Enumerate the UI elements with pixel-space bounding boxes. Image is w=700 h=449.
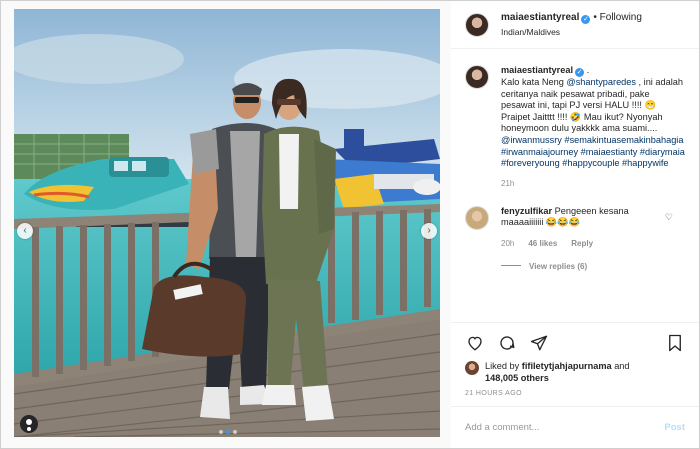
caption-mention[interactable]: @shantyparedes [566, 77, 636, 87]
author-username[interactable]: maiaestiantyreal [501, 12, 579, 23]
post-header: maiaestiantyreal ✓ • Following Indian/Mald… [451, 1, 699, 49]
bookmark-icon [669, 334, 681, 352]
view-replies-button[interactable]: View replies (6) [501, 262, 693, 271]
post-comment-button[interactable]: Post [664, 422, 685, 433]
comment-icon [500, 336, 515, 350]
comment-likes[interactable]: 46 likes [528, 239, 557, 248]
carousel-dot-active [226, 430, 230, 434]
comment-button[interactable] [497, 333, 517, 353]
like-button[interactable] [465, 333, 485, 353]
heart-icon [468, 336, 482, 351]
verified-badge-icon: ✓ [581, 15, 591, 24]
post-caption: maiaestiantyreal ✓ . Kalo kata Neng @shan… [465, 65, 693, 188]
chevron-left-icon: ‹ [23, 225, 27, 236]
caption-mention[interactable]: @irwanmussry [501, 135, 562, 145]
post-photo-illustration [14, 9, 440, 437]
save-button[interactable] [665, 333, 685, 353]
comment-meta: 20h 46 likes Reply [501, 239, 661, 248]
caption-author-avatar[interactable] [465, 65, 489, 89]
post-actions: Liked by fifiletytjahjapurnama and 148,0… [451, 322, 699, 406]
commenter-avatar[interactable] [465, 205, 489, 230]
add-comment-bar: Post [451, 406, 699, 448]
likes-count[interactable]: 148,005 others [485, 373, 549, 383]
liked-by-user[interactable]: fifiletytjahjapurnama [522, 361, 612, 371]
carousel-dot [219, 430, 223, 434]
caption-text: maiaestiantyreal ✓ . Kalo kata Neng @shan… [501, 65, 686, 170]
post-photo[interactable]: ‹ › [14, 9, 440, 437]
caption-username[interactable]: maiaestiantyreal [501, 65, 573, 75]
instagram-post-window: ‹ › maiaestiantyreal ✓ • Following Indian/… [0, 0, 700, 449]
caption-text-part: Kalo kata Neng [501, 77, 567, 87]
likes-summary: Liked by fifiletytjahjapurnama and 148,0… [465, 361, 685, 384]
post-timestamp: 21 HOURS AGO [465, 390, 522, 397]
carousel-dot [233, 430, 237, 434]
caption-age: 21h [501, 178, 515, 188]
reply-button[interactable]: Reply [571, 239, 593, 248]
liked-by-and: and [611, 361, 630, 371]
share-icon [530, 335, 548, 351]
comment-text: fenyzulfikar Pengeeen kesana maaaaiiiiii… [501, 206, 661, 229]
comment-age: 20h [501, 238, 515, 248]
caption-dot: . [584, 65, 590, 75]
comment-item: fenyzulfikar Pengeeen kesana maaaaiiiiii… [465, 205, 693, 248]
commenter-username[interactable]: fenyzulfikar [501, 206, 552, 216]
carousel-next-button[interactable]: › [421, 223, 437, 239]
carousel-indicator [219, 430, 237, 434]
post-location[interactable]: Indian/Maldives [501, 27, 642, 37]
author-avatar[interactable] [465, 12, 489, 37]
verified-badge-icon: ✓ [575, 68, 585, 77]
post-sidebar: maiaestiantyreal ✓ • Following Indian/Mald… [451, 1, 699, 448]
comment-input[interactable] [465, 422, 665, 433]
liked-by-prefix: Liked by [485, 361, 522, 371]
share-button[interactable] [529, 333, 549, 353]
comment-heart-icon[interactable]: ♡ [665, 212, 673, 223]
tag-user-icon[interactable] [20, 415, 38, 433]
carousel-prev-button[interactable]: ‹ [17, 223, 33, 239]
follow-status-button[interactable]: • Following [593, 12, 642, 23]
liker-avatar[interactable] [465, 361, 479, 375]
chevron-right-icon: › [427, 225, 431, 236]
comments-section: maiaestiantyreal ✓ . Kalo kata Neng @shan… [465, 65, 693, 271]
